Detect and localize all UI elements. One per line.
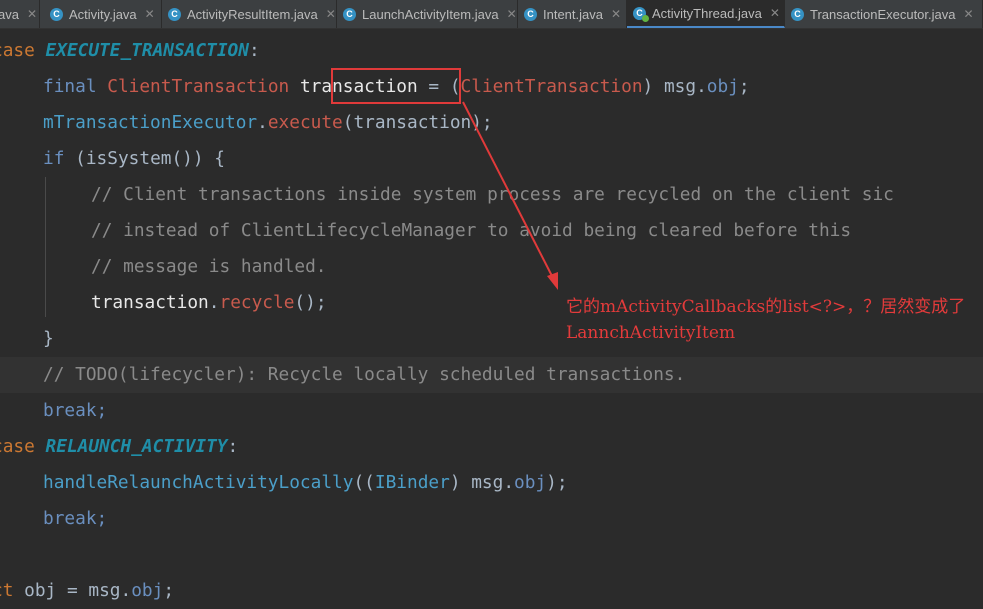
tab-activity[interactable]: C Activity.java ✕ (44, 0, 162, 28)
tab-label: ActivityThread.java (652, 5, 762, 21)
code-comment: // message is handled. (91, 256, 327, 277)
close-icon[interactable]: ✕ (963, 7, 973, 21)
highlight-box (331, 68, 461, 104)
code-comment-current-line: // TODO(lifecycler): Recycle locally sch… (0, 357, 983, 393)
code-line: break; (43, 508, 108, 529)
close-icon[interactable]: ✕ (326, 7, 336, 21)
annotation-note: 它的mActivityCallbacks的list<?>，？居然变成了Lannc… (566, 297, 966, 343)
close-icon[interactable]: ✕ (145, 7, 155, 21)
code-line: final ClientTransaction transaction = (C… (43, 76, 750, 97)
tab-activityresultitem[interactable]: C ActivityResultItem.java ✕ (162, 0, 337, 28)
tab-launchactivityitem[interactable]: C LaunchActivityItem.java ✕ (337, 0, 518, 28)
code-comment: // instead of ClientLifecycleManager to … (91, 220, 852, 241)
close-icon[interactable]: ✕ (27, 7, 37, 21)
code-comment: // Client transactions inside system pro… (91, 184, 894, 205)
class-icon: C (791, 7, 804, 21)
tab-label: TransactionExecutor.java (810, 6, 956, 22)
close-icon[interactable]: ✕ (507, 7, 517, 21)
code-line: case RELAUNCH_ACTIVITY: (0, 436, 239, 457)
tab-label: Activity.java (69, 6, 137, 22)
code-line: handleRelaunchActivityLocally((IBinder) … (43, 472, 568, 493)
class-icon: C (524, 7, 537, 21)
close-icon[interactable]: ✕ (611, 7, 621, 21)
class-icon: C (168, 7, 181, 21)
code-line: break; (43, 400, 108, 421)
code-line: mTransactionExecutor.execute(transaction… (43, 112, 493, 133)
code-line: if (isSystem()) { (43, 148, 226, 169)
tab-label: Intent.java (543, 6, 603, 22)
tab-transactionexecutor[interactable]: C TransactionExecutor.java ✕ (785, 0, 983, 28)
code-line: case EXECUTE_TRANSACTION: (0, 40, 260, 61)
tab-label: LaunchActivityItem.java (362, 6, 499, 22)
class-icon: C (633, 6, 649, 22)
tab-intent[interactable]: C Intent.java ✕ (518, 0, 627, 28)
class-icon: C (343, 7, 356, 21)
class-icon: C (50, 7, 63, 21)
tab-activitythread[interactable]: C ActivityThread.java ✕ (627, 0, 785, 28)
close-icon[interactable]: ✕ (770, 6, 780, 20)
tab-partial[interactable]: ava ✕ (0, 0, 40, 28)
indent-guide (45, 177, 46, 317)
code-line: ct obj = msg.obj; (0, 580, 175, 601)
tab-label: ActivityResultItem.java (187, 6, 318, 22)
tab-label: ava (0, 6, 19, 22)
editor-tab-bar: ava ✕ C Activity.java ✕ C ActivityResult… (0, 0, 983, 29)
